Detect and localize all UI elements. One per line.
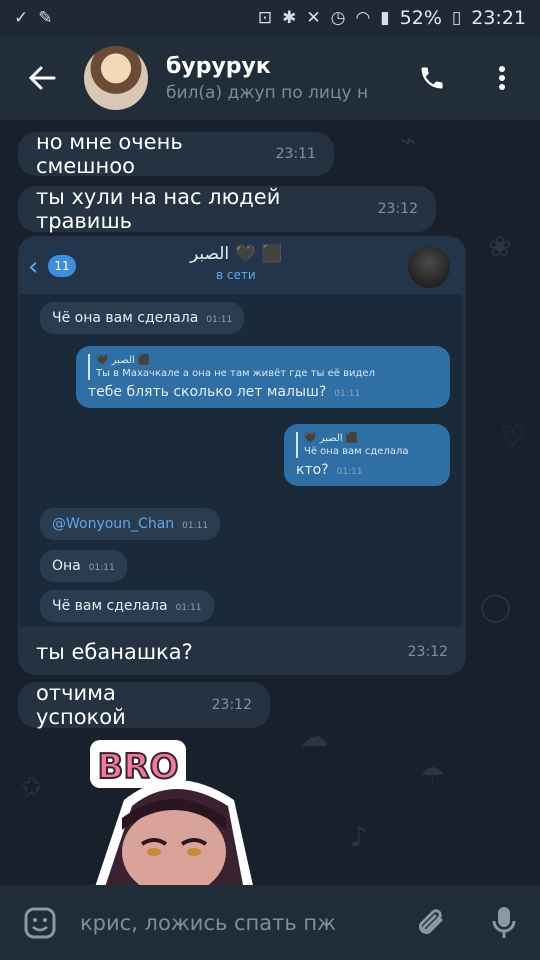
embedded-message: Она 01:11: [40, 550, 127, 582]
sticker-text: BRO: [98, 747, 179, 787]
message-bubble[interactable]: отчима успокой 23:12: [18, 681, 270, 729]
signal-icon: ▮: [380, 8, 390, 28]
embedded-contact-name: الصبر 🖤 ⬛: [190, 244, 283, 264]
alarm-icon: ◷: [330, 8, 346, 28]
call-button[interactable]: [402, 36, 462, 120]
status-bar: ✓ ✎ ⊡ ✱ ✕ ◷ ◠ ▮ 52% ▯ 23:21: [0, 0, 540, 36]
reply-quote: 🖤 الصبر ⬛ Чё она вам сделала: [296, 432, 438, 458]
chat-title: бурурук: [166, 53, 271, 79]
embedded-avatar: [408, 246, 450, 288]
umbrella-doodle-icon: ☂: [420, 760, 446, 793]
embedded-online-status: в сети: [216, 268, 256, 282]
message-bubble[interactable]: ты ебанашка? 23:12: [18, 629, 466, 675]
phone-icon: [421, 67, 443, 89]
pen-notification-icon: ✎: [38, 8, 53, 28]
chat-info[interactable]: бурурук бил(а) джуп по лицу н: [166, 54, 376, 103]
reply-quote: 🖤 الصبر ⬛ Ты в Махачкале а она не там жи…: [88, 354, 438, 380]
message-text: отчима успокой: [36, 681, 126, 729]
embedded-message: Чё вам сделала 01:11: [40, 590, 214, 622]
embedded-header: ‹ 11 الصبر 🖤 ⬛ в сети: [20, 238, 462, 294]
unread-badge: 11: [48, 255, 76, 277]
balloon-doodle-icon: ◯: [480, 590, 512, 623]
message-text: ты хули на нас людей травишь: [36, 185, 281, 233]
image-message[interactable]: ‹ 11 الصبر 🖤 ⬛ в сети Чё она вам сделала…: [18, 236, 466, 629]
message-time: 23:12: [211, 697, 252, 713]
chat-area[interactable]: ⌁ ❀ ♡ ◯ ✩ ☁ ☂ ♪ но мне очень смешноо 23:…: [0, 120, 540, 885]
message-input-bar: крис, ложись спать пж: [0, 885, 540, 960]
clock: 23:21: [471, 7, 526, 29]
paw-doodle-icon: ❀: [488, 230, 512, 263]
chat-status: бил(а) джуп по лицу н: [166, 82, 369, 103]
message-time: 23:12: [377, 201, 418, 217]
message-time: 23:12: [407, 644, 448, 660]
microphone-icon: [492, 906, 516, 938]
bluetooth-icon: ✱: [282, 8, 297, 28]
mute-icon: ✕: [306, 8, 321, 28]
more-vertical-icon: [499, 66, 505, 90]
avatar[interactable]: [84, 46, 148, 110]
paperclip-icon: [418, 908, 443, 934]
cloud-doodle-icon: ☁: [300, 720, 328, 753]
arrow-left-icon: [28, 66, 56, 90]
lock-icon: ⊡: [257, 8, 273, 28]
embedded-message: Чё она вам сделала 01:11: [40, 302, 245, 334]
heart-doodle-icon: ♡: [500, 420, 526, 453]
back-chevron-icon: ‹: [28, 252, 39, 282]
more-menu-button[interactable]: [472, 36, 532, 120]
embedded-reply-message: 🖤 الصبر ⬛ Чё она вам сделала кто? 01:11: [284, 424, 450, 486]
wifi-icon: ◠: [355, 8, 371, 28]
bone-doodle-icon: ⌁: [400, 124, 417, 157]
message-text: но мне очень смешноо: [36, 130, 183, 178]
attach-button[interactable]: [396, 885, 468, 960]
embedded-message: @Wonyoun_Chan 01:11: [40, 508, 221, 540]
message-time: 23:11: [275, 146, 316, 162]
music-doodle-icon: ♪: [350, 820, 368, 853]
star-doodle-icon: ✩: [20, 770, 44, 803]
emoji-button[interactable]: [0, 885, 80, 960]
sticker[interactable]: BRO: [84, 740, 264, 885]
message-bubble[interactable]: ты хули на нас людей травишь 23:12: [18, 185, 436, 233]
notification-icon: ✓: [14, 8, 29, 28]
sticker-emoji-icon: [24, 907, 56, 938]
embedded-reply-message: 🖤 الصبر ⬛ Ты в Махачкале а она не там жи…: [76, 346, 450, 408]
chat-header: бурурук бил(а) джуп по лицу н: [0, 36, 540, 120]
message-text: ты ебанашка?: [36, 640, 193, 664]
battery-icon: ▯: [451, 8, 462, 28]
battery-percent: 52%: [399, 7, 442, 29]
message-bubble[interactable]: но мне очень смешноо 23:11: [18, 130, 334, 178]
back-button[interactable]: [0, 36, 84, 120]
voice-record-button[interactable]: [468, 885, 540, 960]
screenshot-image: ‹ 11 الصبر 🖤 ⬛ в сети Чё она вам сделала…: [20, 238, 462, 627]
message-input[interactable]: крис, ложись спать пж: [80, 911, 396, 935]
